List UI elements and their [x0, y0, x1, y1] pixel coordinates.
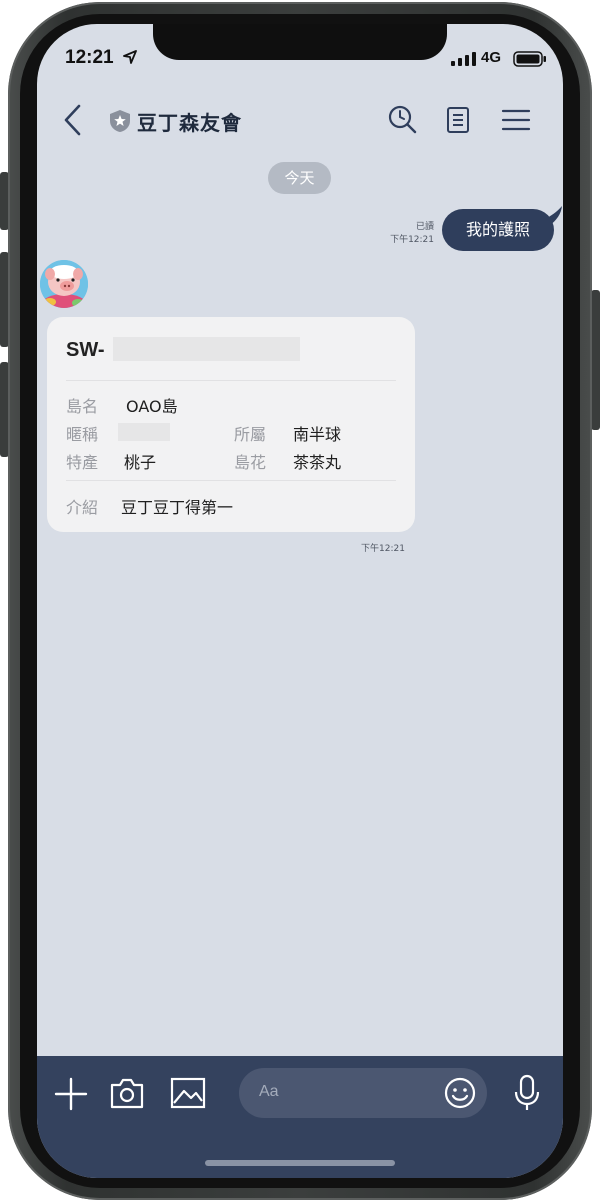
search-icon[interactable]	[387, 104, 419, 136]
outgoing-message-bubble[interactable]: 我的護照	[442, 209, 554, 251]
redacted-passport-number	[113, 337, 300, 361]
read-receipt: 已讀	[415, 222, 434, 232]
official-shield-icon	[110, 110, 130, 132]
flower-label: 島花	[234, 453, 267, 472]
passport-card[interactable]: SW- 島名 OAO島 暱稱 所屬 南半球 特產 桃子 島花 茶茶丸 介紹 豆丁…	[47, 317, 415, 532]
chat-title: 豆丁森友會	[137, 111, 242, 135]
camera-icon[interactable]	[109, 1076, 145, 1110]
network-type: 4G	[481, 49, 502, 66]
island-value: OAO島	[126, 397, 178, 416]
image-icon[interactable]	[170, 1077, 206, 1109]
status-time: 12:21	[65, 47, 114, 68]
sender-avatar[interactable]	[40, 260, 88, 308]
microphone-icon[interactable]	[513, 1074, 541, 1112]
signal-icon	[451, 52, 476, 66]
menu-icon[interactable]	[500, 104, 532, 136]
message-meta: 已讀 下午12:21	[390, 221, 434, 247]
date-separator: 今天	[268, 162, 331, 194]
divider	[66, 480, 396, 481]
plus-icon[interactable]	[53, 1076, 89, 1112]
fruit-label: 特產	[66, 453, 99, 472]
intro-value: 豆丁豆丁得第一	[121, 498, 234, 517]
message-input[interactable]: Aa	[239, 1068, 487, 1118]
input-bar: Aa	[37, 1056, 563, 1178]
message-time: 下午12:21	[390, 235, 434, 245]
battery-icon	[513, 51, 546, 67]
notes-icon[interactable]	[442, 104, 474, 136]
fruit-value: 桃子	[124, 453, 157, 472]
message-time: 下午12:21	[361, 544, 405, 554]
passport-id: SW-	[66, 339, 105, 361]
intro-label: 介紹	[66, 498, 99, 517]
redacted-nickname	[118, 423, 170, 441]
back-chevron-icon[interactable]	[61, 102, 85, 138]
hemisphere-label: 所屬	[234, 425, 267, 444]
home-indicator[interactable]	[205, 1160, 395, 1166]
power-button	[591, 290, 600, 430]
screen: 12:21 4G 豆丁森友會 今天 已讀 下午12:21 我的護照 SW- 島名…	[37, 24, 563, 1178]
notch	[153, 24, 447, 60]
location-arrow-icon	[123, 50, 137, 64]
pig-avatar-icon	[40, 260, 88, 308]
hemisphere-value: 南半球	[293, 425, 342, 444]
emoji-icon[interactable]	[444, 1077, 476, 1109]
input-placeholder: Aa	[259, 1083, 279, 1100]
nickname-label: 暱稱	[66, 425, 99, 444]
divider	[66, 380, 396, 381]
flower-value: 茶茶丸	[293, 453, 342, 472]
island-label: 島名	[66, 397, 99, 416]
